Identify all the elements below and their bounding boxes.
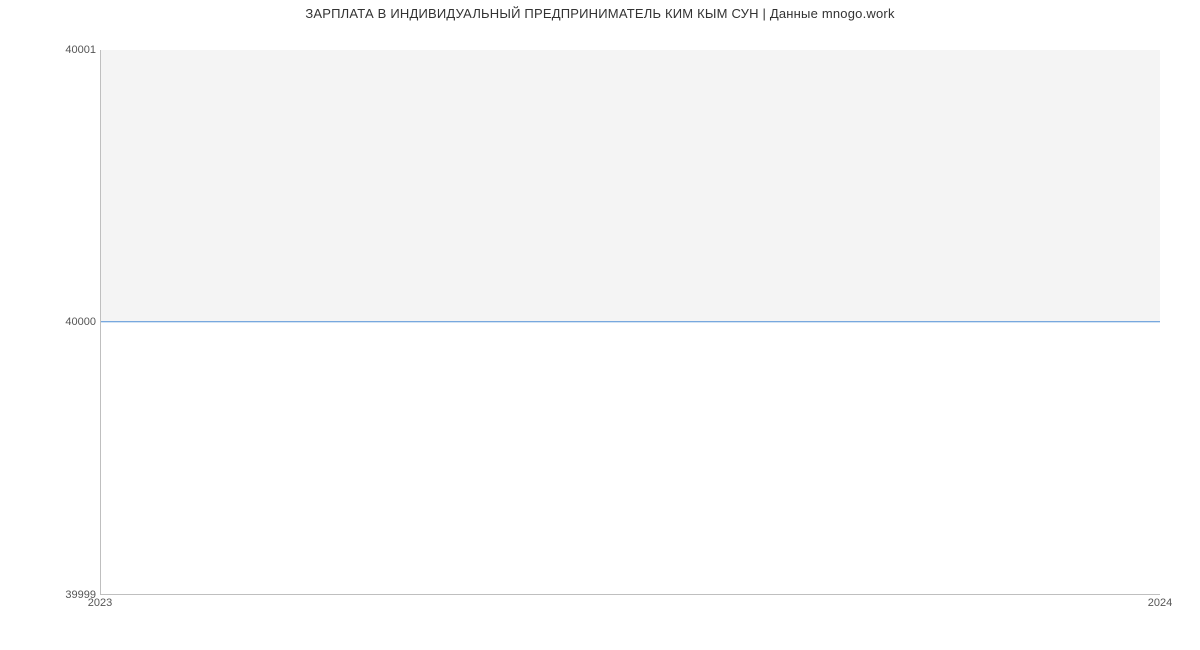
- plot-lower-mask: [101, 322, 1160, 594]
- y-tick-label: 39999: [16, 589, 96, 601]
- data-line: [101, 321, 1160, 322]
- plot-area: [100, 50, 1160, 595]
- chart-container: ЗАРПЛАТА В ИНДИВИДУАЛЬНЫЙ ПРЕДПРИНИМАТЕЛ…: [0, 0, 1200, 650]
- chart-title: ЗАРПЛАТА В ИНДИВИДУАЛЬНЫЙ ПРЕДПРИНИМАТЕЛ…: [0, 6, 1200, 21]
- x-tick-label: 2023: [88, 597, 112, 609]
- y-tick-label: 40001: [16, 44, 96, 56]
- y-tick-label: 40000: [16, 316, 96, 328]
- x-tick-label: 2024: [1148, 597, 1172, 609]
